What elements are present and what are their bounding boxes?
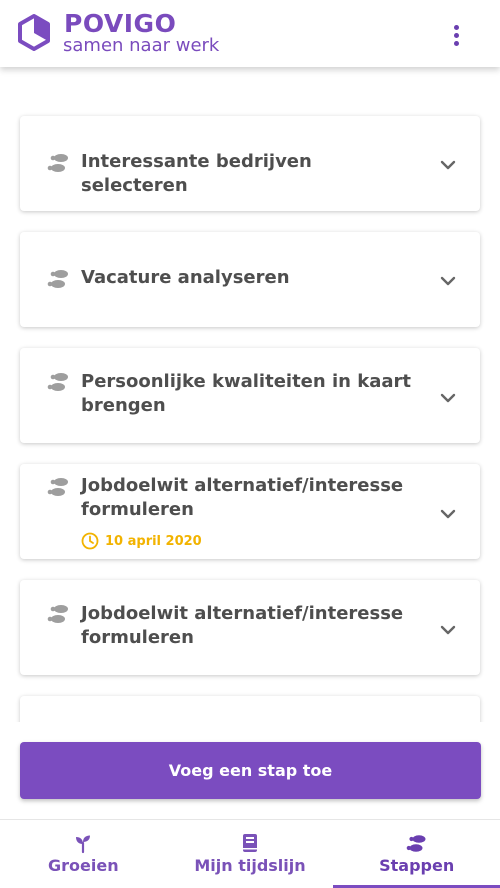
step-title: Jobdoelwit alternatief/interesse formule… (81, 603, 404, 648)
bottom-nav: Groeien Mijn tijdslijn Stappen (0, 819, 500, 888)
app-header: POVIGO samen naar werk (0, 0, 500, 67)
tab-label: Mijn tijdslijn (194, 856, 306, 875)
chevron-down-icon[interactable] (440, 160, 456, 170)
chevron-down-icon[interactable] (440, 276, 456, 286)
step-card[interactable]: Persoonlijke kwaliteiten in kaart brenge… (20, 348, 480, 443)
step-card[interactable]: Vacature analyseren (20, 232, 480, 327)
footsteps-icon (47, 478, 68, 496)
tab-stappen[interactable]: Stappen (333, 820, 500, 888)
footsteps-icon (47, 373, 68, 391)
step-date-text: 10 april 2020 (105, 533, 202, 549)
step-title: Jobdoelwit alternatief/interesse formule… (81, 475, 404, 520)
hexagon-logo-icon (18, 14, 50, 51)
step-title: Interessante bedrijven selecteren (81, 151, 312, 196)
chevron-down-icon[interactable] (440, 625, 456, 635)
add-step-button[interactable]: Voeg een stap toe (20, 742, 481, 799)
footsteps-icon (47, 605, 68, 623)
step-title: Vacature analyseren (81, 267, 290, 288)
step-card[interactable] (20, 696, 480, 722)
footsteps-icon (47, 270, 68, 288)
step-card[interactable]: Jobdoelwit alternatief/interesse formule… (20, 580, 480, 675)
step-card[interactable]: Interessante bedrijven selecteren (20, 116, 480, 211)
step-title: Persoonlijke kwaliteiten in kaart brenge… (81, 371, 411, 416)
footsteps-icon (406, 835, 426, 852)
footsteps-icon (47, 154, 68, 172)
step-date: 10 april 2020 (81, 532, 202, 550)
tab-label: Groeien (48, 856, 119, 875)
tab-groeien[interactable]: Groeien (0, 820, 167, 888)
book-icon (243, 834, 257, 852)
chevron-down-icon[interactable] (440, 509, 456, 519)
step-card[interactable]: Jobdoelwit alternatief/interesse formule… (20, 464, 480, 559)
tab-label: Stappen (379, 856, 455, 875)
tab-mijn-tijdslijn[interactable]: Mijn tijdslijn (167, 820, 334, 888)
more-vertical-icon[interactable] (444, 20, 468, 50)
clock-icon (81, 532, 99, 550)
brand-tagline: samen naar werk (63, 35, 220, 56)
chevron-down-icon[interactable] (440, 393, 456, 403)
sprout-icon (76, 835, 91, 854)
steps-list: Interessante bedrijven selecteren Vacatu… (0, 67, 500, 722)
